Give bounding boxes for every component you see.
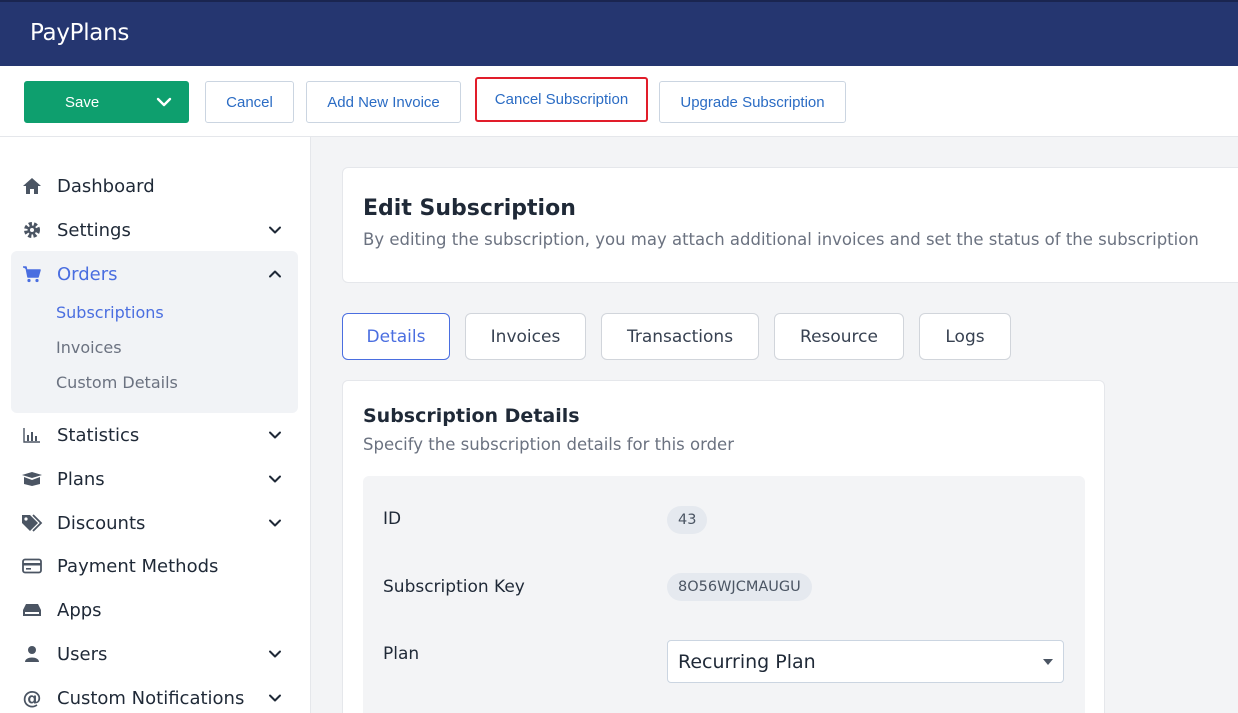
- toolbar: Save Cancel Add New Invoice Cancel Subsc…: [0, 66, 1238, 137]
- hard-drive-icon: [20, 600, 44, 620]
- add-new-invoice-button[interactable]: Add New Invoice: [306, 81, 461, 123]
- tags-icon: [20, 513, 44, 533]
- cancel-subscription-button[interactable]: Cancel Subscription: [475, 77, 648, 122]
- tab-transactions[interactable]: Transactions: [601, 313, 759, 360]
- tab-logs[interactable]: Logs: [919, 313, 1011, 360]
- chevron-down-icon: [269, 694, 281, 702]
- user-icon: [20, 644, 44, 664]
- plan-select-value: Recurring Plan: [678, 650, 816, 673]
- gear-icon: [20, 220, 44, 240]
- chevron-down-icon: [269, 226, 281, 234]
- at-sign-icon: @: [22, 687, 42, 709]
- tab-invoices[interactable]: Invoices: [465, 313, 586, 360]
- sidebar: Dashboard Settings Orders Subscriptions …: [0, 137, 311, 713]
- sidebar-item-label: Orders: [57, 263, 118, 285]
- tab-details[interactable]: Details: [342, 313, 450, 360]
- sidebar-subitem-subscriptions[interactable]: Subscriptions: [56, 303, 164, 322]
- sidebar-item-label: Custom Notifications: [57, 687, 245, 709]
- sidebar-item-label: Apps: [57, 599, 102, 621]
- chevron-up-icon: [269, 270, 281, 278]
- id-label: ID: [383, 509, 402, 529]
- upgrade-subscription-button[interactable]: Upgrade Subscription: [659, 81, 846, 123]
- app-title: PayPlans: [30, 20, 130, 46]
- subscription-key-label: Subscription Key: [383, 577, 525, 597]
- section-title: Subscription Details: [363, 405, 580, 427]
- chevron-down-icon[interactable]: [156, 94, 172, 110]
- main-content: Edit Subscription By editing the subscri…: [312, 137, 1238, 713]
- page-subtitle: By editing the subscription, you may att…: [363, 230, 1199, 249]
- sidebar-item-apps[interactable]: Apps: [20, 595, 290, 625]
- credit-card-icon: [20, 556, 44, 576]
- sidebar-item-statistics[interactable]: Statistics: [20, 420, 290, 450]
- chevron-down-icon: [269, 475, 281, 483]
- home-icon: [20, 176, 44, 196]
- sidebar-subitem-invoices[interactable]: Invoices: [56, 338, 122, 357]
- sidebar-item-label: Discounts: [57, 512, 146, 534]
- plan-select[interactable]: Recurring Plan: [667, 640, 1064, 683]
- details-fields: ID 43 Subscription Key 8O56WJCMAUGU Plan…: [363, 476, 1085, 713]
- dropdown-arrow-icon: [1043, 659, 1053, 665]
- cancel-button[interactable]: Cancel: [205, 81, 294, 123]
- box-icon: [20, 469, 44, 489]
- chevron-down-icon: [269, 431, 281, 439]
- plan-label: Plan: [383, 644, 420, 664]
- sidebar-item-orders[interactable]: Orders: [20, 259, 290, 289]
- sidebar-item-settings[interactable]: Settings: [20, 215, 290, 245]
- sidebar-item-dashboard[interactable]: Dashboard: [20, 171, 290, 201]
- chevron-down-icon: [269, 650, 281, 658]
- sidebar-item-users[interactable]: Users: [20, 639, 290, 669]
- sidebar-item-label: Statistics: [57, 424, 140, 446]
- page-title: Edit Subscription: [363, 196, 576, 221]
- page-header-card: Edit Subscription By editing the subscri…: [342, 167, 1238, 283]
- cart-icon: [20, 264, 44, 284]
- subscription-details-card: Subscription Details Specify the subscri…: [342, 380, 1105, 713]
- sidebar-item-plans[interactable]: Plans: [20, 464, 290, 494]
- sidebar-item-label: Payment Methods: [57, 555, 219, 577]
- save-button-label: Save: [65, 93, 100, 111]
- subscription-key-badge: 8O56WJCMAUGU: [667, 573, 812, 601]
- top-bar: PayPlans: [0, 0, 1238, 66]
- sidebar-item-custom-notifications[interactable]: @ Custom Notifications: [20, 683, 290, 713]
- sidebar-item-label: Users: [57, 643, 108, 665]
- sidebar-item-label: Dashboard: [57, 175, 155, 197]
- sidebar-item-discounts[interactable]: Discounts: [20, 508, 290, 538]
- sidebar-item-label: Settings: [57, 219, 131, 241]
- chevron-down-icon: [269, 519, 281, 527]
- sidebar-subitem-custom-details[interactable]: Custom Details: [56, 373, 178, 392]
- bar-chart-icon: [20, 425, 44, 445]
- id-value-badge: 43: [667, 506, 708, 534]
- sidebar-item-payment-methods[interactable]: Payment Methods: [20, 551, 290, 581]
- save-button[interactable]: Save: [24, 81, 189, 123]
- tab-resource[interactable]: Resource: [774, 313, 904, 360]
- sidebar-item-label: Plans: [57, 468, 105, 490]
- section-subtitle: Specify the subscription details for thi…: [363, 435, 734, 454]
